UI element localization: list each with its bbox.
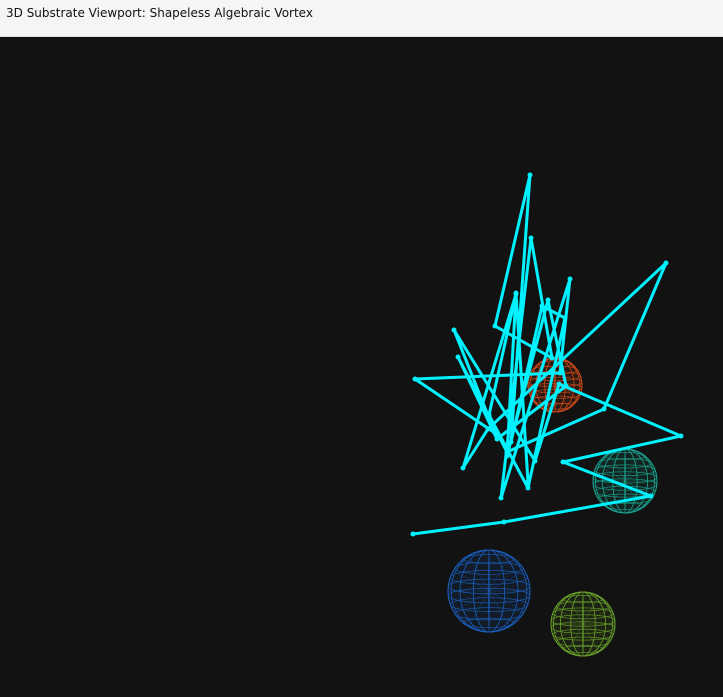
green-wireframe-sphere (550, 591, 616, 657)
vortex-vertex (508, 439, 514, 445)
vortex-vertex (563, 383, 569, 389)
vortex-vertex (525, 485, 531, 491)
title-bar[interactable]: 3D Substrate Viewport: Shapeless Algebra… (0, 0, 723, 37)
vortex-vertex (527, 172, 533, 178)
vortex-vertex (567, 276, 573, 282)
vortex-vertex (528, 235, 534, 241)
vortex-vertex (412, 376, 418, 382)
vortex-vertex (678, 433, 684, 439)
vortex-vertex (549, 355, 555, 361)
vortex-vertex (539, 303, 545, 309)
vortex-vertex (451, 327, 457, 333)
blue-wireframe-sphere (447, 549, 531, 633)
vortex-vertex (562, 315, 568, 321)
3d-viewport[interactable] (0, 37, 723, 697)
vortex-vertex (557, 370, 563, 376)
vortex-vertex (455, 354, 461, 360)
vortex-vertex (498, 495, 504, 501)
vortex-vertex (504, 453, 510, 459)
vortex-vertex (545, 297, 551, 303)
vortex-vertex (501, 519, 507, 525)
vortex-vertex (601, 406, 607, 412)
vortex-vertex (532, 458, 538, 464)
vortex-vertex (486, 412, 492, 418)
3d-scene-canvas[interactable] (0, 37, 723, 697)
vortex-vertex (492, 430, 498, 436)
vortex-vertex (663, 260, 669, 266)
window-title: 3D Substrate Viewport: Shapeless Algebra… (6, 6, 313, 20)
vortex-vertex (410, 531, 416, 537)
vortex-vertex (556, 381, 562, 387)
vortex-vertex (560, 459, 566, 465)
vortex-vertex (648, 493, 654, 499)
vortex-vertex (513, 290, 519, 296)
vortex-vertex (460, 465, 466, 471)
application-window: 3D Substrate Viewport: Shapeless Algebra… (0, 0, 723, 697)
vortex-vertex (494, 436, 500, 442)
vortex-vertex (485, 426, 491, 432)
vortex-vertex (525, 479, 531, 485)
vortex-vertex (492, 323, 498, 329)
